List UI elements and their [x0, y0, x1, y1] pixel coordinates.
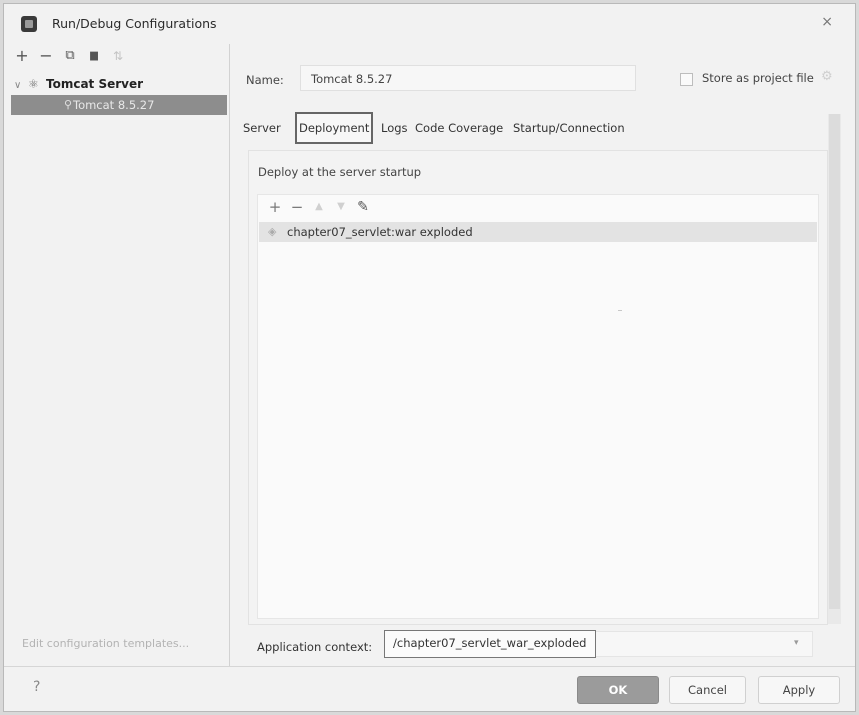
artifact-list-toolbar: + − ▲ ▼ ✎: [258, 195, 818, 219]
tree-toolbar: + − ⧉ ▆ ⇅: [4, 46, 229, 70]
config-tabs: Server Deployment Logs Code Coverage Sta…: [241, 112, 831, 144]
application-context-label: Application context:: [257, 640, 373, 654]
edit-pencil-icon[interactable]: ✎: [354, 197, 372, 217]
name-input[interactable]: Tomcat 8.5.27: [300, 65, 636, 91]
help-icon[interactable]: ?: [33, 679, 40, 695]
dialog-button-bar: ? OK Cancel Apply: [4, 666, 855, 711]
sort-icon[interactable]: ⇅: [108, 46, 128, 68]
configuration-tree-panel: + − ⧉ ▆ ⇅ ∨ ⚛ Tomcat Server ⚲ Tomcat 8.5.2…: [4, 44, 230, 666]
artifact-list: + − ▲ ▼ ✎ ◈ chapter07_servlet:war explod…: [257, 194, 819, 619]
divider: [618, 310, 622, 311]
store-as-project-label[interactable]: Store as project file: [702, 71, 814, 85]
store-as-project-checkbox[interactable]: [680, 73, 693, 86]
tomcat-icon: ⚛: [28, 77, 39, 91]
vertical-scrollbar[interactable]: [828, 114, 841, 624]
remove-artifact-icon[interactable]: −: [288, 197, 306, 217]
copy-icon[interactable]: ⧉: [60, 46, 80, 68]
scrollbar-thumb[interactable]: [829, 114, 840, 609]
window-title: Run/Debug Configurations: [52, 16, 217, 31]
add-icon[interactable]: +: [12, 46, 32, 68]
move-down-icon[interactable]: ▼: [332, 197, 350, 217]
edit-templates-link[interactable]: Edit configuration templates...: [22, 637, 189, 650]
name-label: Name:: [246, 73, 284, 87]
title-bar: Run/Debug Configurations ×: [4, 4, 855, 44]
list-item[interactable]: ◈ chapter07_servlet:war exploded: [259, 222, 817, 242]
tree-group-tomcat-server[interactable]: ∨ ⚛ Tomcat Server: [14, 74, 224, 94]
artifact-icon: ◈: [268, 225, 277, 238]
application-context-input[interactable]: /chapter07_servlet_war_exploded: [384, 630, 596, 658]
move-up-icon[interactable]: ▲: [310, 197, 328, 217]
close-icon[interactable]: ×: [821, 14, 833, 30]
application-context-combo[interactable]: [596, 631, 813, 657]
tree-item-label: Tomcat 8.5.27: [73, 98, 155, 112]
artifact-label: chapter07_servlet:war exploded: [287, 225, 473, 239]
tab-code-coverage[interactable]: Code Coverage: [413, 112, 505, 144]
gear-icon[interactable]: ⚙: [821, 69, 833, 84]
tomcat-run-icon: ⚲: [64, 98, 73, 111]
tree-item-tomcat-config[interactable]: ⚲ Tomcat 8.5.27: [11, 95, 227, 115]
add-artifact-icon[interactable]: +: [266, 197, 284, 217]
remove-icon[interactable]: −: [36, 46, 56, 68]
tab-logs[interactable]: Logs: [379, 112, 410, 144]
tree-group-label: Tomcat Server: [46, 77, 144, 91]
tab-deployment[interactable]: Deployment: [295, 112, 374, 144]
ok-button[interactable]: OK: [577, 676, 659, 704]
apply-button[interactable]: Apply: [758, 676, 840, 704]
tab-server[interactable]: Server: [241, 112, 283, 144]
tab-startup-connection[interactable]: Startup/Connection: [511, 112, 627, 144]
chevron-down-icon[interactable]: ∨: [14, 76, 28, 96]
deploy-section-title: Deploy at the server startup: [258, 165, 422, 179]
deployment-section: Deploy at the server startup + − ▲ ▼ ✎ ◈…: [248, 150, 828, 625]
app-icon: [21, 16, 37, 32]
run-debug-dialog: Run/Debug Configurations × + − ⧉ ▆ ⇅ ∨ ⚛ T…: [3, 3, 856, 712]
chevron-down-icon[interactable]: ▾: [794, 638, 799, 648]
cancel-button[interactable]: Cancel: [669, 676, 746, 704]
configuration-detail-panel: Name: Tomcat 8.5.27 Store as project fil…: [231, 44, 855, 666]
move-to-folder-icon[interactable]: ▆: [84, 46, 104, 68]
